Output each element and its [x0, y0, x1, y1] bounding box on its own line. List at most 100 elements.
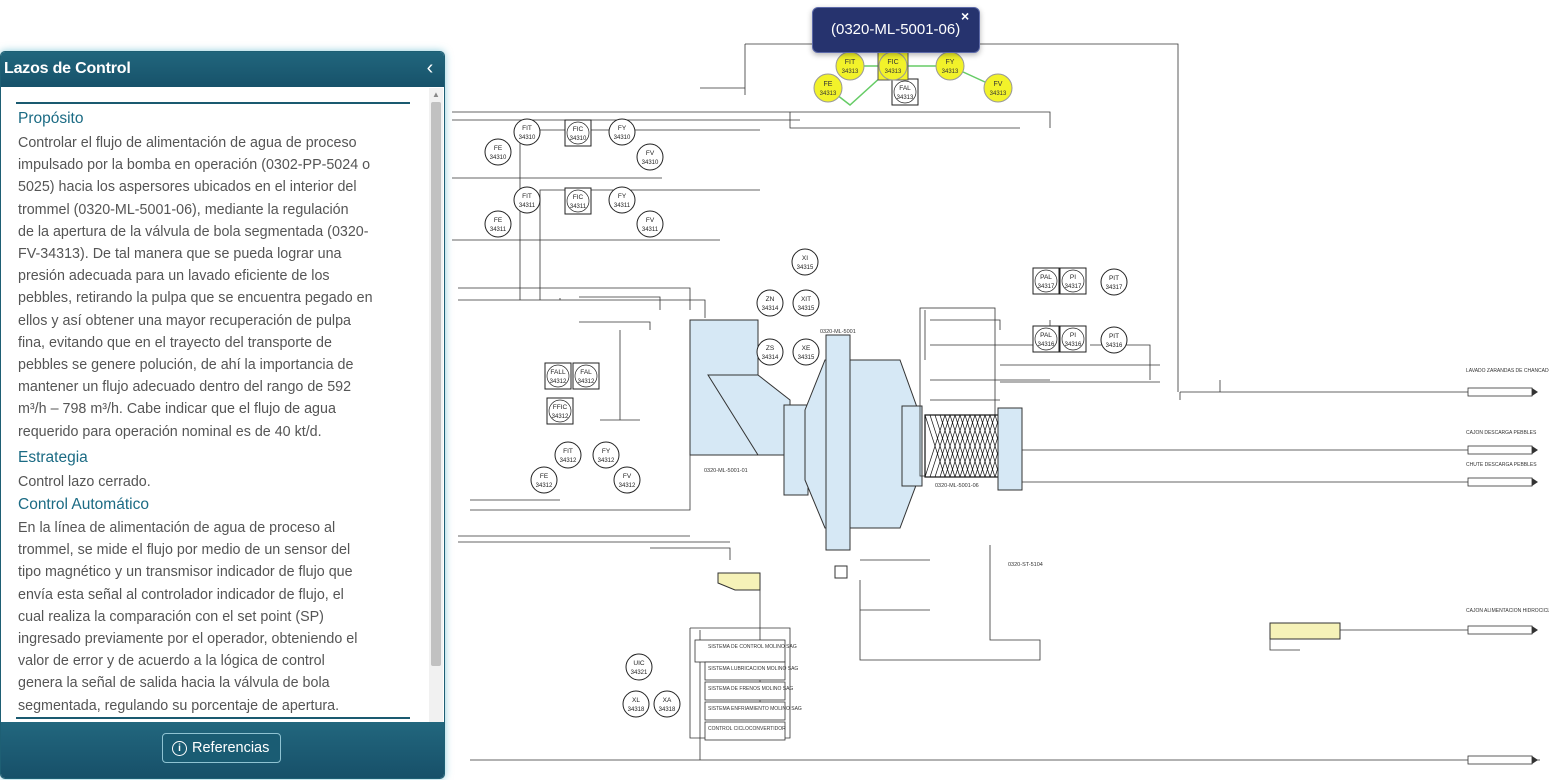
purpose-line: impulsado por la bomba en operación (030… [18, 157, 371, 174]
instrument-number: 34312 [619, 483, 636, 489]
box-rect [1059, 267, 1087, 295]
instrument-box: FAL 34313 [891, 78, 919, 106]
strategy-title: Estrategia [18, 449, 88, 466]
instrument-number: 34318 [628, 707, 645, 713]
instrument-number: 34316 [1106, 343, 1123, 349]
box-number: 34312 [550, 379, 567, 385]
instrument-circle [792, 289, 820, 317]
equipment-layer [689, 307, 1341, 741]
instrument-number: 34310 [490, 155, 507, 161]
offpage-connector [1467, 755, 1533, 765]
purpose-line: pebbles se genere polución, de ahí la im… [18, 357, 354, 374]
pebble-box [717, 572, 761, 591]
instrument-bubble: ZN 34314 [756, 289, 784, 317]
scroll-up-icon[interactable]: ▲ [429, 90, 443, 100]
process-line [458, 287, 691, 310]
auto-control-line: genera la señal de salida hacia la válvu… [18, 675, 330, 692]
purpose-line: ellos y así obtener una mayor recuperaci… [18, 312, 352, 329]
box-tag: FAL [899, 85, 911, 92]
purpose-line: trommel (0320-ML-5001-06), mediante la r… [18, 201, 349, 218]
instrument-tag: FV [623, 473, 632, 480]
highlight-circle [878, 51, 908, 81]
instrument-bubble: FIT 34311 [513, 186, 541, 214]
references-button[interactable]: i Referencias [162, 733, 281, 763]
box-rect [1032, 267, 1060, 295]
destination-label: CHUTE DESCARGA PEBBLES [1466, 462, 1537, 468]
instrument-number: 34314 [762, 355, 779, 361]
instrument-bubble: FE 34310 [484, 138, 512, 166]
box-rect [546, 397, 574, 425]
purpose-line: 5025) hacia los aspersores ubicados en e… [18, 179, 357, 196]
box-number: 34317 [1038, 284, 1055, 290]
box-rect [544, 362, 572, 390]
instrument-bubble: FV 34312 [613, 466, 641, 494]
auto-control-line: valor de error y de acuerdo a la lógica … [18, 653, 325, 670]
control-system-item: SISTEMA LUBRICACION MOLINO SAG [708, 666, 798, 672]
box-tag: FIC [573, 194, 584, 201]
auto-control-line: envía esta señal al controlador indicado… [18, 586, 344, 603]
trommel-screen [924, 414, 1001, 478]
scroll-thumb[interactable] [431, 102, 441, 666]
auto-control-line: cual realiza la comparación con el set p… [18, 608, 324, 625]
chevron-left-icon[interactable]: ‹ [420, 57, 440, 79]
box-tag: FIC [573, 126, 584, 133]
instrument-circle [608, 186, 636, 214]
purpose-line: m³/h – 798 m³/h. Cabe indicar que el flu… [18, 401, 336, 418]
instrument-bubble: FY 34312 [592, 441, 620, 469]
offpage-connector [1467, 387, 1533, 397]
equipment-label: 0320-ML-5001-01 [704, 468, 748, 474]
box-tag: PAL [1040, 332, 1052, 339]
close-icon[interactable]: × [961, 8, 969, 24]
instrument-number: 34321 [631, 670, 648, 676]
instrument-number: 34318 [659, 707, 676, 713]
control-system-item: CONTROL CICLOCONVERTIDOR [708, 726, 786, 732]
box-number: 34312 [578, 379, 595, 385]
box-number: 34311 [570, 204, 587, 210]
instruments-layer: FIT 34310 FY 34310 FE 34310 FV 34310 FIT 34311 FY 3… [484, 78, 1128, 718]
instrument-bubble: FY 34311 [608, 186, 636, 214]
info-icon: i [172, 741, 187, 756]
instrument-bubble: FIT 34310 [513, 118, 541, 146]
divider [16, 102, 410, 104]
box-number: 34317 [1065, 284, 1082, 290]
highlight-number: 34313 [820, 91, 837, 97]
instrument-bubble: FV 34310 [636, 143, 664, 171]
box-tag: FALL [550, 369, 566, 376]
tooltip-text: (0320-ML-5001-06) [831, 21, 961, 38]
instrument-circle [756, 289, 784, 317]
instrument-number: 34311 [490, 227, 507, 233]
instrument-tag: FIT [563, 448, 573, 455]
purpose-line: mantener un flujo adecuado dentro del ra… [18, 379, 352, 396]
box-rect [572, 362, 600, 390]
box-rect [564, 119, 592, 147]
mill-gear [825, 334, 851, 551]
process-line [579, 321, 651, 330]
instrument-box: PAL 34317 [1032, 267, 1060, 295]
box-number: 34310 [570, 136, 587, 142]
process-line [930, 319, 1001, 330]
instrument-tag: ZS [766, 345, 775, 352]
panel-content: Propósito Controlar el flujo de alimenta… [1, 88, 429, 722]
highlight-number: 34313 [990, 91, 1007, 97]
scrollbar[interactable]: ▲ [429, 88, 443, 722]
highlight-circle [835, 51, 865, 81]
instrument-tag: ZN [766, 296, 775, 303]
offpage-connector [1467, 477, 1533, 487]
auto-control-text: En la línea de alimentación de agua de p… [18, 517, 414, 717]
instrument-number: 34312 [536, 483, 553, 489]
box-rect [564, 187, 592, 215]
instrument-circle [791, 248, 819, 276]
instrument-bubble: ZS 34314 [756, 338, 784, 366]
instrument-tag: PIT [1109, 333, 1119, 340]
purpose-title: Propósito [18, 110, 84, 127]
instrument-bubble: XI 34315 [791, 248, 819, 276]
control-system-title: SISTEMA DE CONTROL MOLINO SAG [708, 644, 797, 650]
control-loops-panel: Lazos de Control ‹ Propósito Controlar e… [0, 51, 445, 779]
instrument-tag: XL [632, 697, 640, 704]
instrument-number: 34312 [560, 458, 577, 464]
instrument-tag: UIC [633, 660, 645, 667]
highlight-tag: FV [994, 81, 1003, 88]
panel-title: Lazos de Control [4, 60, 131, 77]
instrument-tag: XE [802, 345, 811, 352]
instrument-circle [513, 186, 541, 214]
